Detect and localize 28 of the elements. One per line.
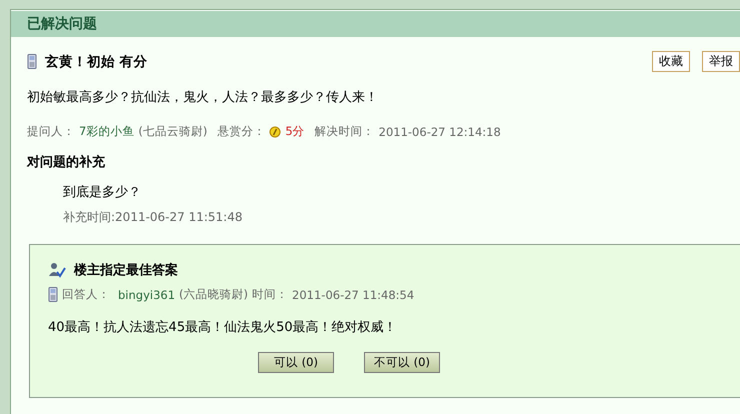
answer-text: 40最高！抗人法遗忘45最高！仙法鬼火50最高！绝对权威！ [48,319,398,336]
coin-icon [269,126,282,138]
question-text: 初始敏最高多少？抗仙法，鬼火，人法？最多多少？传人来！ [27,89,379,106]
meta-label: 解决时间： [314,124,375,139]
meta-label: 悬赏分： [217,124,266,139]
action-button[interactable]: 举报 [702,51,740,72]
vote-button[interactable]: 不可以 (0) [364,352,440,373]
best-answer-heading: 楼主指定最佳答案 [74,262,178,279]
meta-label: 时间： [252,287,288,302]
phone-icon [48,287,58,302]
supplement-text: 到底是多少？ [63,184,142,201]
solved-time: 2011-06-27 12:14:18 [378,124,501,138]
supplement-heading: 对问题的补充 [27,154,106,171]
answer-time: 2011-06-27 11:48:54 [292,288,414,302]
section-title: 已解决问题 [27,15,97,33]
meta-label: 提问人： [27,124,75,139]
supplement-time: 补充时间:2011-06-27 11:51:48 [63,209,244,226]
question-title: 玄黄！初始 有分 [45,52,149,70]
reward-value: 5分 [285,124,305,139]
asker-link[interactable]: 7彩的小鱼 [79,124,134,139]
action-button[interactable]: 收藏 [652,51,690,72]
answerer-link[interactable]: bingyi361 [118,288,176,302]
answerer-rank: (六品晓骑尉) [179,287,248,302]
phone-icon [27,54,37,69]
user-check-icon [48,262,66,278]
meta-label: 回答人： [62,287,110,302]
vote-button[interactable]: 可以 (0) [258,352,334,373]
asker-rank: (七品云骑尉) [138,124,208,139]
